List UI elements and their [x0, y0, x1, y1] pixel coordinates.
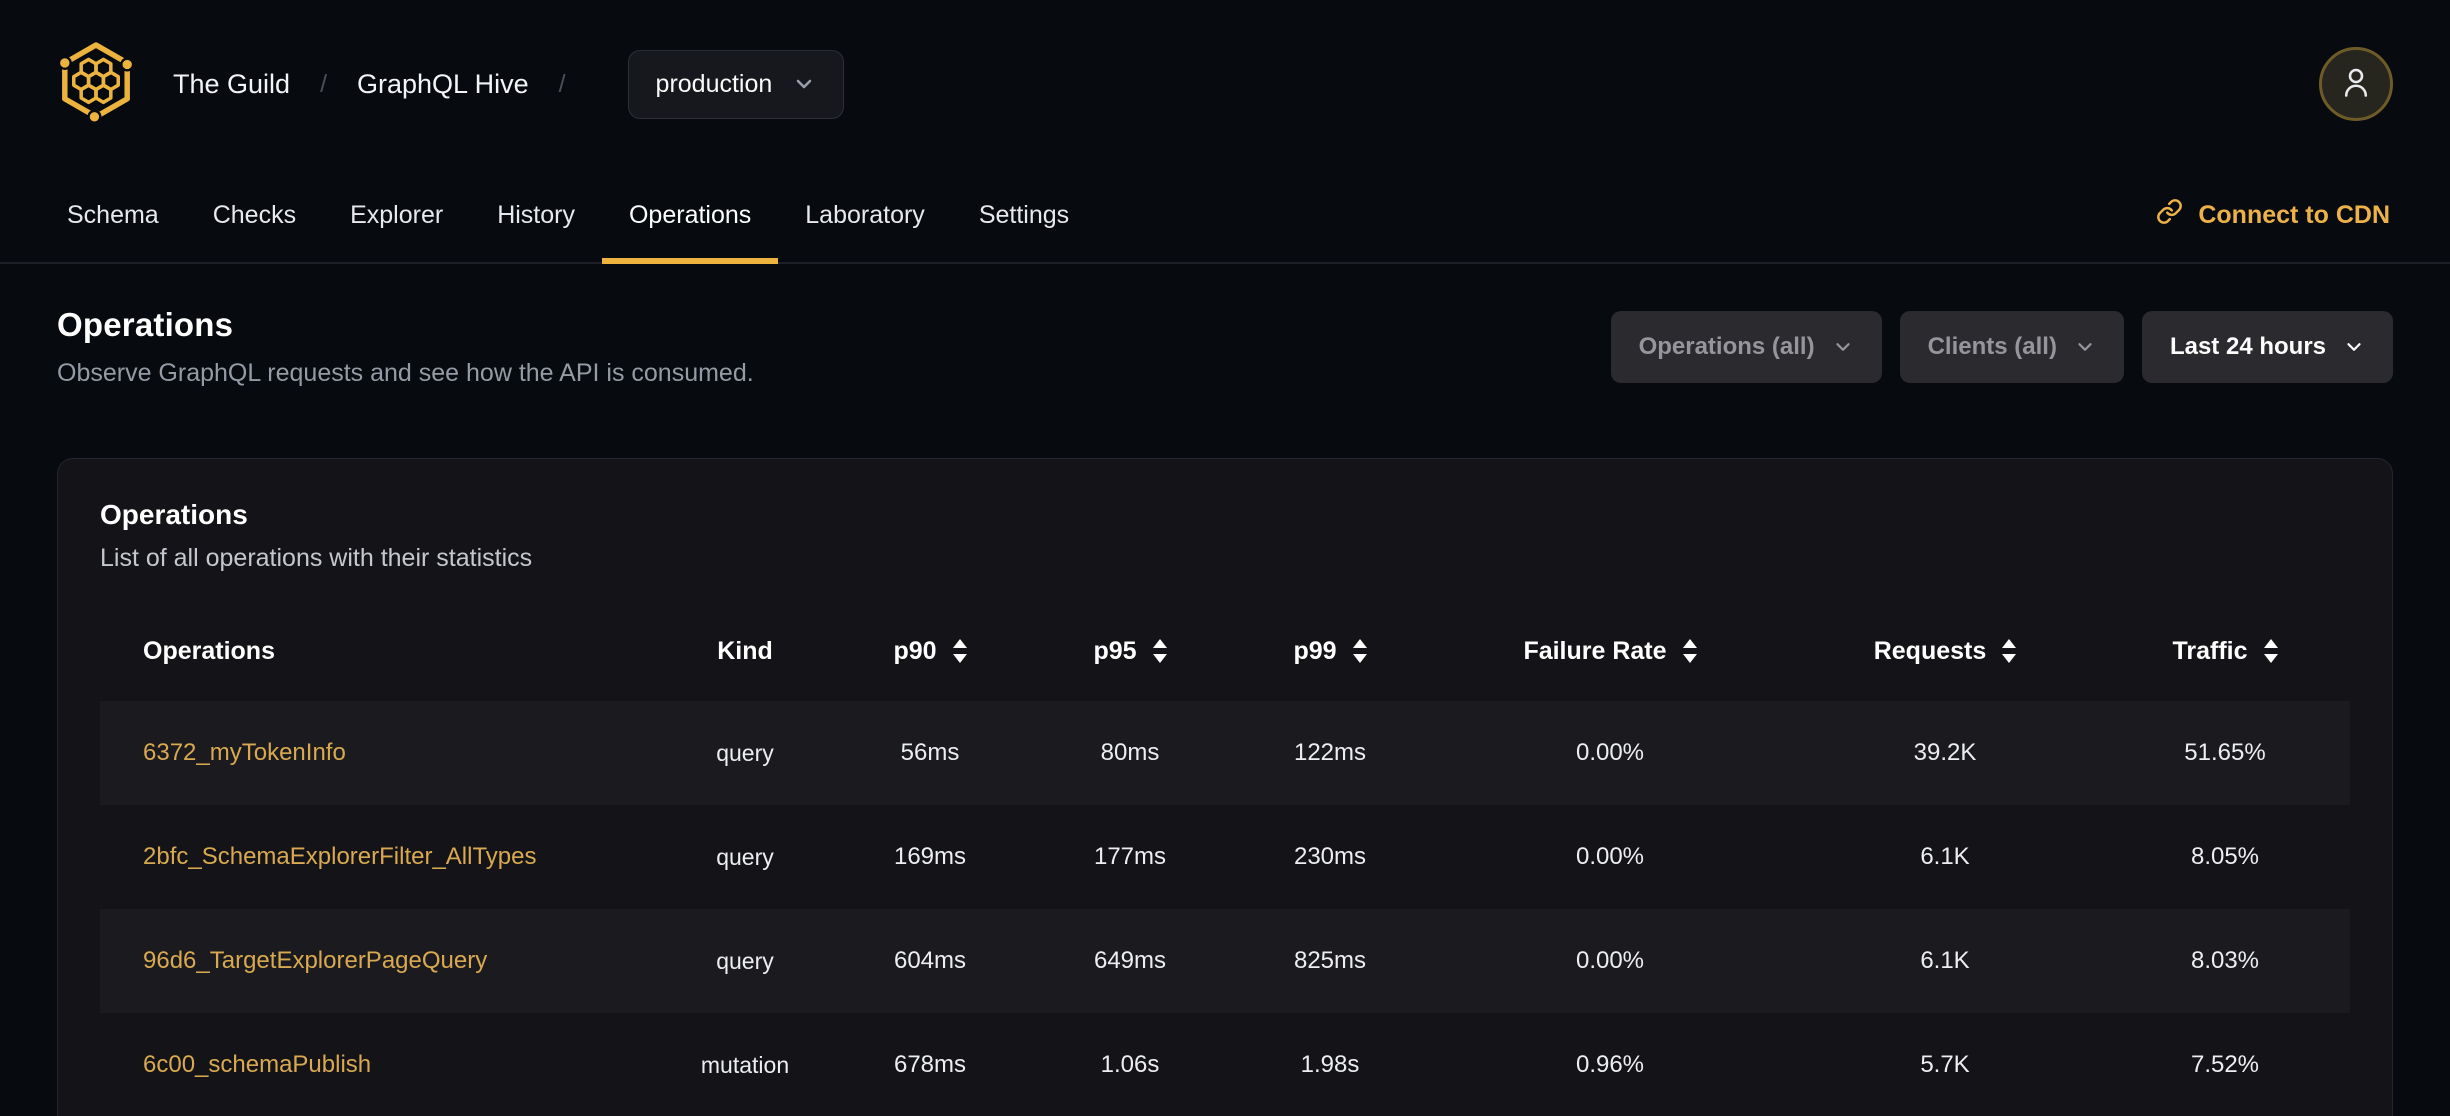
table-row: 6c00_schemaPublish mutation 678ms 1.06s …: [100, 1013, 2350, 1116]
operation-kind: query: [716, 739, 774, 766]
filter-bar: Operations (all) Clients (all) Last 24 h…: [1610, 311, 2393, 383]
tab-laboratory[interactable]: Laboratory: [778, 168, 952, 262]
column-header-operations: Operations: [143, 636, 275, 665]
tab-schema[interactable]: Schema: [40, 168, 186, 262]
table-row: 2bfc_SchemaExplorerFilter_AllTypes query…: [100, 805, 2350, 909]
table-header-row: Operations Kind p90 p95 p99 Failure Rate…: [100, 601, 2350, 701]
breadcrumb-project[interactable]: GraphQL Hive: [357, 69, 529, 100]
operation-p95: 1.06s: [1100, 1051, 1160, 1078]
column-header-p99[interactable]: p99: [1230, 601, 1430, 701]
operation-p95: 649ms: [1093, 947, 1167, 974]
operation-traffic: 8.03%: [2190, 947, 2260, 974]
breadcrumb-separator: /: [320, 69, 328, 98]
operation-link[interactable]: 2bfc_SchemaExplorerFilter_AllTypes: [143, 843, 537, 870]
column-header-failure-rate[interactable]: Failure Rate: [1430, 601, 1790, 701]
sort-icon[interactable]: [1352, 639, 1367, 663]
operation-p90: 169ms: [893, 843, 967, 870]
column-header-p95[interactable]: p95: [1030, 601, 1230, 701]
breadcrumb: The Guild / GraphQL Hive /: [173, 69, 596, 100]
operation-link[interactable]: 6372_myTokenInfo: [143, 739, 346, 766]
sort-icon[interactable]: [1682, 639, 1697, 663]
sort-icon[interactable]: [2002, 639, 2017, 663]
column-header-p90[interactable]: p90: [830, 601, 1030, 701]
table-row: 96d6_TargetExplorerPageQuery query 604ms…: [100, 909, 2350, 1013]
sort-icon[interactable]: [2263, 639, 2278, 663]
operation-failure-rate: 0.96%: [1575, 1051, 1645, 1078]
operation-kind: query: [716, 947, 774, 974]
page-subtitle: Observe GraphQL requests and see how the…: [57, 359, 754, 387]
chevron-down-icon: [792, 72, 816, 96]
user-icon: [2338, 64, 2374, 105]
operation-p99: 122ms: [1293, 739, 1367, 766]
operation-link[interactable]: 6c00_schemaPublish: [143, 1051, 371, 1078]
active-tab-indicator: [601, 258, 779, 264]
operation-p90: 678ms: [893, 1051, 967, 1078]
tab-settings[interactable]: Settings: [952, 168, 1096, 262]
link-icon: [2156, 198, 2183, 232]
column-header-kind: Kind: [717, 636, 773, 665]
card-subtitle: List of all operations with their statis…: [100, 544, 533, 572]
target-selector-value: production: [655, 69, 773, 98]
page-header: Operations Observe GraphQL requests and …: [57, 306, 2393, 388]
chevron-down-icon: [2343, 336, 2365, 358]
operation-failure-rate: 0.00%: [1575, 843, 1645, 870]
column-header-requests[interactable]: Requests: [1790, 601, 2100, 701]
operation-kind: mutation: [700, 1051, 790, 1078]
operation-requests: 6.1K: [1920, 947, 1970, 974]
operation-traffic: 8.05%: [2190, 843, 2260, 870]
operation-p99: 1.98s: [1300, 1051, 1360, 1078]
operation-failure-rate: 0.00%: [1575, 739, 1645, 766]
operation-requests: 39.2K: [1913, 739, 1977, 766]
operations-card: Operations List of all operations with t…: [57, 458, 2393, 1116]
sort-icon[interactable]: [1152, 639, 1167, 663]
app-header: The Guild / GraphQL Hive / production: [0, 0, 2450, 168]
operation-requests: 6.1K: [1920, 843, 1970, 870]
page-title-block: Operations Observe GraphQL requests and …: [57, 306, 754, 388]
tab-history[interactable]: History: [470, 168, 602, 262]
target-nav: Schema Checks Explorer History Operation…: [0, 168, 2450, 264]
operation-kind: query: [716, 843, 774, 870]
table-row: 6372_myTokenInfo query 56ms 80ms 122ms 0…: [100, 701, 2350, 805]
operations-table: Operations Kind p90 p95 p99 Failure Rate…: [100, 601, 2350, 1116]
operation-p99: 230ms: [1293, 843, 1367, 870]
breadcrumb-separator: /: [558, 69, 566, 98]
card-title: Operations: [100, 499, 248, 530]
breadcrumb-org[interactable]: The Guild: [173, 69, 290, 100]
sort-icon[interactable]: [952, 639, 967, 663]
operation-traffic: 51.65%: [2184, 739, 2266, 766]
period-filter-dropdown[interactable]: Last 24 hours: [2141, 311, 2393, 383]
main-content: Operations Observe GraphQL requests and …: [0, 306, 2450, 1116]
clients-filter-dropdown[interactable]: Clients (all): [1899, 311, 2124, 383]
tab-explorer[interactable]: Explorer: [323, 168, 470, 262]
operation-p99: 825ms: [1293, 947, 1367, 974]
page-title: Operations: [57, 306, 234, 343]
operation-p90: 604ms: [893, 947, 967, 974]
column-header-traffic[interactable]: Traffic: [2100, 601, 2350, 701]
operation-requests: 5.7K: [1920, 1051, 1970, 1078]
tab-checks[interactable]: Checks: [186, 168, 323, 262]
operation-failure-rate: 0.00%: [1575, 947, 1645, 974]
chevron-down-icon: [2074, 336, 2096, 358]
connect-to-cdn-link[interactable]: Connect to CDN: [2156, 168, 2410, 262]
operation-traffic: 7.52%: [2190, 1051, 2260, 1078]
guild-hive-logo[interactable]: [57, 40, 135, 128]
operation-p90: 56ms: [900, 739, 960, 766]
target-selector[interactable]: production: [627, 49, 845, 119]
connect-to-cdn-label: Connect to CDN: [2198, 200, 2390, 229]
tab-operations[interactable]: Operations: [601, 168, 779, 264]
operation-p95: 177ms: [1093, 843, 1167, 870]
operation-link[interactable]: 96d6_TargetExplorerPageQuery: [143, 947, 487, 974]
user-menu-button[interactable]: [2319, 47, 2393, 121]
operation-p95: 80ms: [1100, 739, 1160, 766]
operations-filter-dropdown[interactable]: Operations (all): [1610, 311, 1882, 383]
chevron-down-icon: [1832, 336, 1854, 358]
